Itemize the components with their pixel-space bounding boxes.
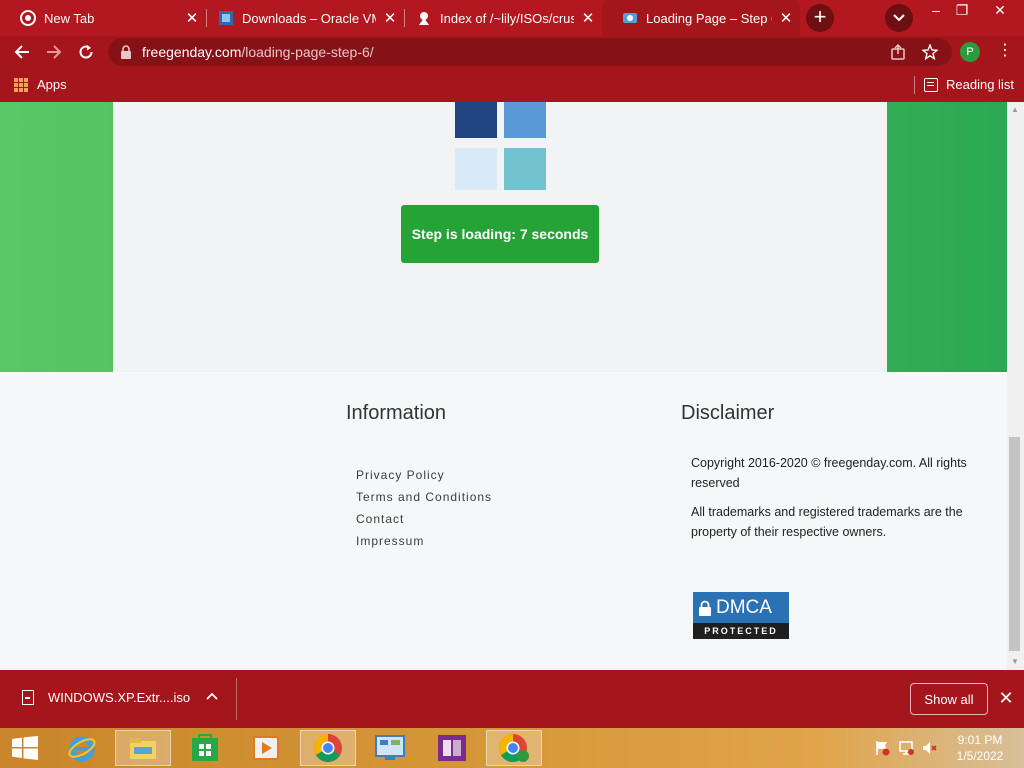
browser-toolbar: freegenday.com/loading-page-step-6/ P ⋮ [0,36,1024,68]
tab-strip: New Tab ✕ Downloads – Oracle VM V ✕ Inde… [0,0,1024,36]
tab-title: New Tab [44,10,95,26]
restore-button[interactable]: ❐ [946,0,978,20]
loader-square [455,102,497,138]
store-icon[interactable] [177,730,233,766]
site-icon [416,10,432,26]
reading-list-label: Reading list [946,77,1014,92]
forward-arrow-icon [47,45,62,59]
contact-link[interactable]: Contact [356,512,404,526]
back-arrow-icon [14,45,29,59]
loader-square [455,148,497,190]
menu-icon[interactable]: ⋮ [997,42,1013,62]
media-player-icon[interactable] [238,730,294,766]
url-text: freegenday.com/loading-page-step-6/ [142,38,374,66]
reading-list-button[interactable]: Reading list [924,77,1014,92]
bookmark-separator [914,76,915,94]
control-panel-icon[interactable] [362,730,418,766]
dmca-badge-top: DMCA [693,592,789,623]
action-center-flag-icon[interactable] [874,740,890,756]
trademark-text: All trademarks and registered trademarks… [691,505,963,539]
reload-icon [79,45,93,59]
tab-downloads[interactable]: Downloads – Oracle VM V ✕ [198,0,404,36]
loading-card: Step is loading: 7 seconds [113,102,887,372]
url-domain: freegenday.com [142,44,242,60]
loader-square [504,148,546,190]
profile-avatar[interactable]: P [960,42,980,62]
disclaimer-heading: Disclaimer [681,402,775,424]
freegenday-icon [622,10,638,26]
download-bar: WINDOWS.XP.Extr....iso Show all ✕ [0,670,1024,728]
page-viewport: Step is loading: 7 seconds Information P… [0,102,1024,670]
windows-logo-icon [12,736,38,760]
tab-loading-page[interactable]: Loading Page – Step 6 – ✕ [602,0,800,36]
scroll-up-arrow[interactable]: ▲ [1011,106,1019,114]
file-icon [22,690,34,705]
reading-list-icon [924,77,938,92]
url-path: /loading-page-step-6/ [241,44,374,60]
tab-close-icon[interactable]: ✕ [574,9,602,27]
forward-button[interactable] [42,40,66,64]
clock-time: 9:01 PM [957,733,1003,747]
close-download-bar-icon[interactable]: ✕ [996,688,1016,708]
file-explorer-icon[interactable] [115,730,171,766]
close-window-button[interactable]: ✕ [980,0,1020,20]
dmca-protected-label: PROTECTED [704,626,778,636]
copyright-text: Copyright 2016-2020 © freegenday.com. Al… [691,456,967,490]
loader-square [504,102,546,138]
volume-muted-icon[interactable] [922,740,938,756]
loading-status-button[interactable]: Step is loading: 7 seconds [401,205,599,263]
onenote-icon[interactable] [424,730,480,766]
lock-icon [121,45,131,59]
apps-label: Apps [37,77,67,92]
tab-title: Loading Page – Step 6 – [646,10,772,26]
start-button[interactable] [0,730,50,766]
scroll-down-arrow[interactable]: ▼ [1011,658,1019,666]
terms-link[interactable]: Terms and Conditions [356,490,492,504]
tab-title: Downloads – Oracle VM V [242,10,376,26]
network-icon[interactable] [898,740,914,756]
virtualbox-icon [218,10,234,26]
vertical-scrollbar[interactable]: ▲ ▼ [1007,102,1024,670]
bookmarks-bar: Apps Reading list [0,68,1024,102]
chrome-profile-icon[interactable] [486,730,542,766]
tab-title: Index of /~lily/ISOs/crust [440,10,574,26]
system-clock[interactable]: 9:01 PM 1/5/2022 [952,732,1008,764]
download-separator [236,678,237,720]
apps-grid-icon [14,77,28,92]
clock-date: 1/5/2022 [956,749,1004,763]
impressum-link[interactable]: Impressum [356,534,424,548]
tab-new-tab[interactable]: New Tab ✕ [0,0,206,36]
download-filename: WINDOWS.XP.Extr....iso [48,690,191,705]
chrome-icon[interactable] [300,730,356,766]
information-heading: Information [346,402,447,424]
privacy-policy-link[interactable]: Privacy Policy [356,468,445,482]
tab-search-button[interactable] [885,4,913,32]
chevron-down-icon [893,14,905,22]
dmca-badge[interactable]: DMCA PROTECTED [693,592,789,639]
download-item[interactable]: WINDOWS.XP.Extr....iso [22,690,190,705]
windows-taskbar: 9:01 PM 1/5/2022 [0,728,1024,768]
scroll-thumb[interactable] [1009,437,1020,651]
tab-index[interactable]: Index of /~lily/ISOs/crust ✕ [396,0,602,36]
padlock-icon [699,600,711,616]
reload-button[interactable] [74,40,98,64]
share-icon[interactable] [890,44,906,60]
apps-bookmark[interactable]: Apps [14,77,67,92]
new-tab-button[interactable]: + [806,4,834,32]
address-bar[interactable]: freegenday.com/loading-page-step-6/ [108,38,952,66]
back-button[interactable] [10,40,34,64]
star-icon[interactable] [922,44,938,60]
chevron-up-icon[interactable] [205,690,219,704]
dmca-label: DMCA [716,596,772,618]
chrome-icon [20,10,36,26]
internet-explorer-icon[interactable] [54,730,110,766]
show-all-button[interactable]: Show all [910,683,988,715]
tab-close-icon[interactable]: ✕ [772,9,800,27]
